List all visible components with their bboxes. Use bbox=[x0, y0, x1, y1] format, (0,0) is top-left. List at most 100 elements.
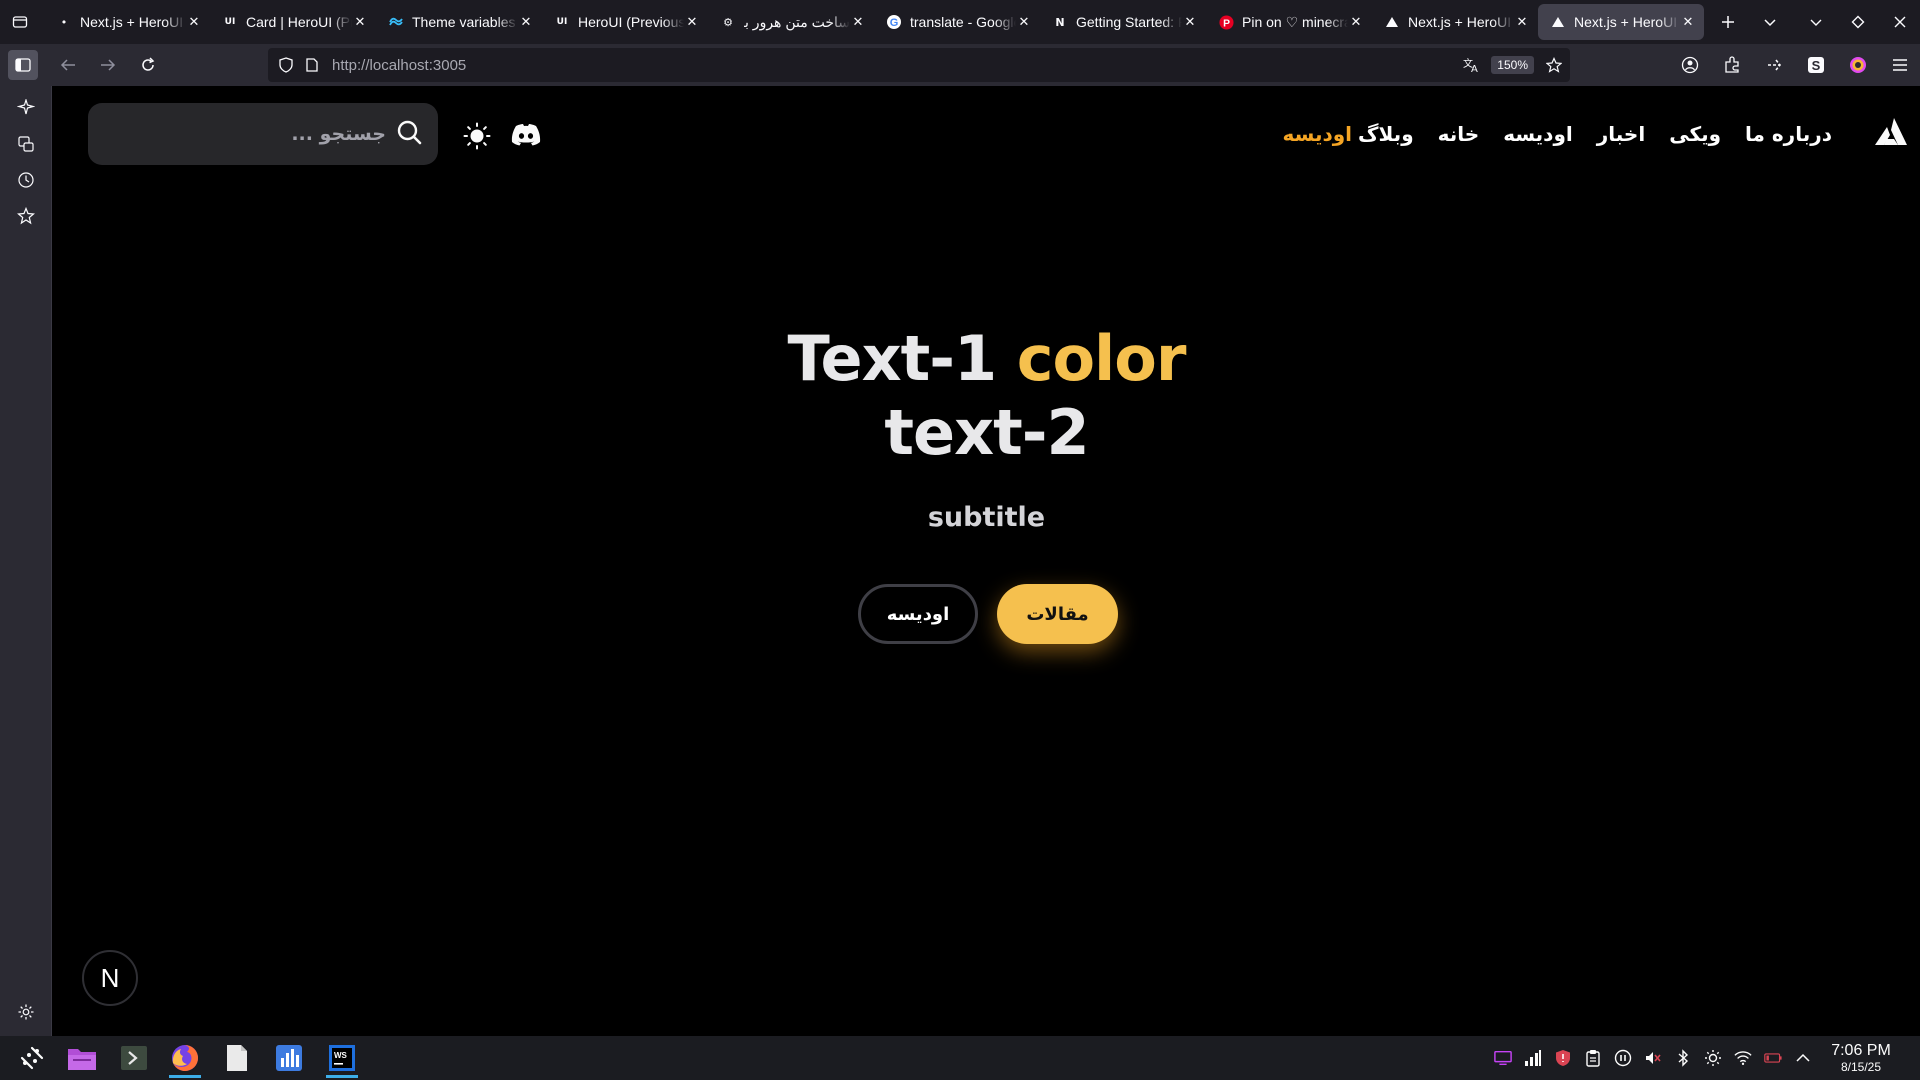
extension-s-icon[interactable]: S bbox=[1806, 55, 1826, 75]
site-brand[interactable]: وبلاگ اودیسه bbox=[1282, 122, 1413, 146]
close-icon[interactable]: ✕ bbox=[1016, 14, 1032, 30]
system-monitor-icon[interactable] bbox=[269, 1038, 309, 1078]
clipboard-icon[interactable] bbox=[1584, 1049, 1602, 1067]
articles-button[interactable]: مقالات bbox=[997, 584, 1118, 644]
page-icon[interactable] bbox=[302, 55, 322, 75]
security-shield-icon[interactable] bbox=[1554, 1049, 1572, 1067]
tab[interactable]: • Next.js + HeroUI ✕ bbox=[44, 4, 210, 40]
discord-icon[interactable] bbox=[510, 122, 542, 148]
tab-list: • Next.js + HeroUI ✕ UI Card | HeroUI (P… bbox=[44, 0, 1704, 44]
maximize-icon[interactable] bbox=[1848, 12, 1868, 32]
tab-title: Card | HeroUI (Pr bbox=[246, 14, 352, 30]
svg-text:G: G bbox=[890, 17, 899, 29]
back-arrow-icon[interactable] bbox=[58, 55, 78, 75]
close-icon[interactable]: ✕ bbox=[186, 14, 202, 30]
hero-heading: Text-1 color text-2 bbox=[53, 322, 1920, 470]
close-icon[interactable]: ✕ bbox=[352, 14, 368, 30]
browser-sidebar bbox=[0, 86, 52, 1036]
close-icon[interactable]: ✕ bbox=[684, 14, 700, 30]
pinterest-icon: P bbox=[1218, 14, 1234, 30]
forward-arrow-icon[interactable] bbox=[98, 55, 118, 75]
menu-hamburger-icon[interactable] bbox=[1890, 55, 1910, 75]
extensions-icon[interactable] bbox=[1722, 55, 1742, 75]
close-icon[interactable]: ✕ bbox=[1348, 14, 1364, 30]
tailwind-icon bbox=[388, 14, 404, 30]
theme-toggle-sun-icon[interactable] bbox=[463, 122, 491, 150]
ai-chatbot-icon[interactable] bbox=[16, 98, 36, 118]
firefox-icon[interactable] bbox=[165, 1038, 205, 1078]
url-bar[interactable]: http://localhost:3005 文A 150% bbox=[268, 48, 1570, 82]
file-manager-icon[interactable] bbox=[62, 1038, 102, 1078]
tab-list-chevron-icon[interactable] bbox=[1760, 12, 1780, 32]
nav-item-odyssey[interactable]: اودیسه bbox=[1503, 122, 1573, 146]
site-logo-icon[interactable] bbox=[1874, 117, 1908, 147]
navigation-toolbar: http://localhost:3005 文A 150% S bbox=[0, 44, 1920, 86]
brand-accent-text: اودیسه bbox=[1282, 122, 1353, 146]
nav-item-wiki[interactable]: ویکی bbox=[1669, 122, 1721, 146]
nextjs-icon: N bbox=[1055, 15, 1065, 29]
text-file-icon[interactable] bbox=[217, 1038, 257, 1078]
battery-icon[interactable] bbox=[1764, 1049, 1782, 1067]
history-clock-icon[interactable] bbox=[16, 170, 36, 190]
reload-icon[interactable] bbox=[138, 55, 158, 75]
account-icon[interactable] bbox=[1680, 55, 1700, 75]
tab-strip: • Next.js + HeroUI ✕ UI Card | HeroUI (P… bbox=[0, 0, 1920, 44]
close-window-icon[interactable] bbox=[1890, 12, 1910, 32]
terminal-icon[interactable] bbox=[114, 1038, 154, 1078]
nav-item-home[interactable]: خانه bbox=[1438, 122, 1480, 146]
bookmark-star-icon[interactable] bbox=[1544, 55, 1564, 75]
minimize-icon[interactable] bbox=[1806, 12, 1826, 32]
url-text[interactable]: http://localhost:3005 bbox=[332, 57, 466, 74]
sidebar-toggle-icon[interactable] bbox=[8, 50, 38, 80]
color-picker-icon[interactable] bbox=[1848, 55, 1868, 75]
brightness-icon[interactable] bbox=[1704, 1049, 1722, 1067]
svg-text:WS: WS bbox=[334, 1051, 348, 1060]
close-icon[interactable]: ✕ bbox=[1182, 14, 1198, 30]
tray-expand-chevron-icon[interactable] bbox=[1794, 1049, 1812, 1067]
tab-title: HeroUI (Previousl bbox=[578, 14, 684, 30]
close-icon[interactable]: ✕ bbox=[850, 14, 866, 30]
tab-active[interactable]: Next.js + HeroUI ✕ bbox=[1538, 4, 1704, 40]
translate-icon[interactable]: 文A bbox=[1461, 55, 1481, 75]
zoom-level-badge[interactable]: 150% bbox=[1491, 56, 1534, 74]
tab[interactable]: UI Card | HeroUI (Pr ✕ bbox=[210, 4, 376, 40]
new-tab-icon[interactable] bbox=[1718, 12, 1738, 32]
app-launcher-icon[interactable] bbox=[12, 1038, 52, 1078]
activity-bars-icon[interactable] bbox=[1524, 1049, 1542, 1067]
web-content: جستجو ... وبلاگ اودیسه خانه اودیسه اخبار… bbox=[53, 86, 1920, 1036]
clock[interactable]: 7:06 PM 8/15/25 bbox=[1818, 1042, 1904, 1074]
settings-gear-icon[interactable] bbox=[16, 1002, 36, 1022]
tab[interactable]: UI HeroUI (Previousl ✕ bbox=[542, 4, 708, 40]
tab-title: translate - Google bbox=[910, 14, 1016, 30]
extension-arrow-icon[interactable] bbox=[1764, 55, 1784, 75]
tab[interactable]: G translate - Google ✕ bbox=[874, 4, 1040, 40]
nav-item-about[interactable]: درباره ما bbox=[1745, 122, 1832, 146]
tab-title: Next.js + HeroUI bbox=[1408, 14, 1512, 30]
bluetooth-icon[interactable] bbox=[1674, 1049, 1692, 1067]
tab[interactable]: ⚙ ساخت متن هرور با ✕ bbox=[708, 4, 874, 40]
display-icon[interactable] bbox=[1494, 1049, 1512, 1067]
nextjs-dev-indicator[interactable]: N bbox=[82, 950, 138, 1006]
tab-overview-button[interactable] bbox=[0, 0, 40, 44]
close-icon[interactable]: ✕ bbox=[1514, 14, 1530, 30]
synced-tabs-icon[interactable] bbox=[16, 134, 36, 154]
clock-date: 8/15/25 bbox=[1840, 1060, 1882, 1074]
tab[interactable]: P Pin on ♡ minecra ✕ bbox=[1206, 4, 1372, 40]
wifi-icon[interactable] bbox=[1734, 1049, 1752, 1067]
tab[interactable]: Next.js + HeroUI ✕ bbox=[1372, 4, 1538, 40]
system-tray bbox=[1494, 1036, 1812, 1080]
nav-item-news[interactable]: اخبار bbox=[1597, 122, 1645, 146]
search-input[interactable]: جستجو ... bbox=[88, 103, 438, 165]
close-icon[interactable]: ✕ bbox=[1680, 14, 1696, 30]
odyssey-button[interactable]: اودیسه bbox=[858, 584, 978, 644]
bookmarks-star-icon[interactable] bbox=[16, 206, 36, 226]
media-pause-icon[interactable] bbox=[1614, 1049, 1632, 1067]
tab[interactable]: N Getting Started: P ✕ bbox=[1040, 4, 1206, 40]
shield-icon[interactable] bbox=[276, 55, 296, 75]
heroui-icon: UI bbox=[224, 17, 236, 27]
volume-muted-icon[interactable] bbox=[1644, 1049, 1662, 1067]
tab[interactable]: Theme variables ✕ bbox=[376, 4, 542, 40]
search-icon bbox=[396, 119, 422, 149]
close-icon[interactable]: ✕ bbox=[518, 14, 534, 30]
webstorm-icon[interactable]: WS bbox=[322, 1038, 362, 1078]
